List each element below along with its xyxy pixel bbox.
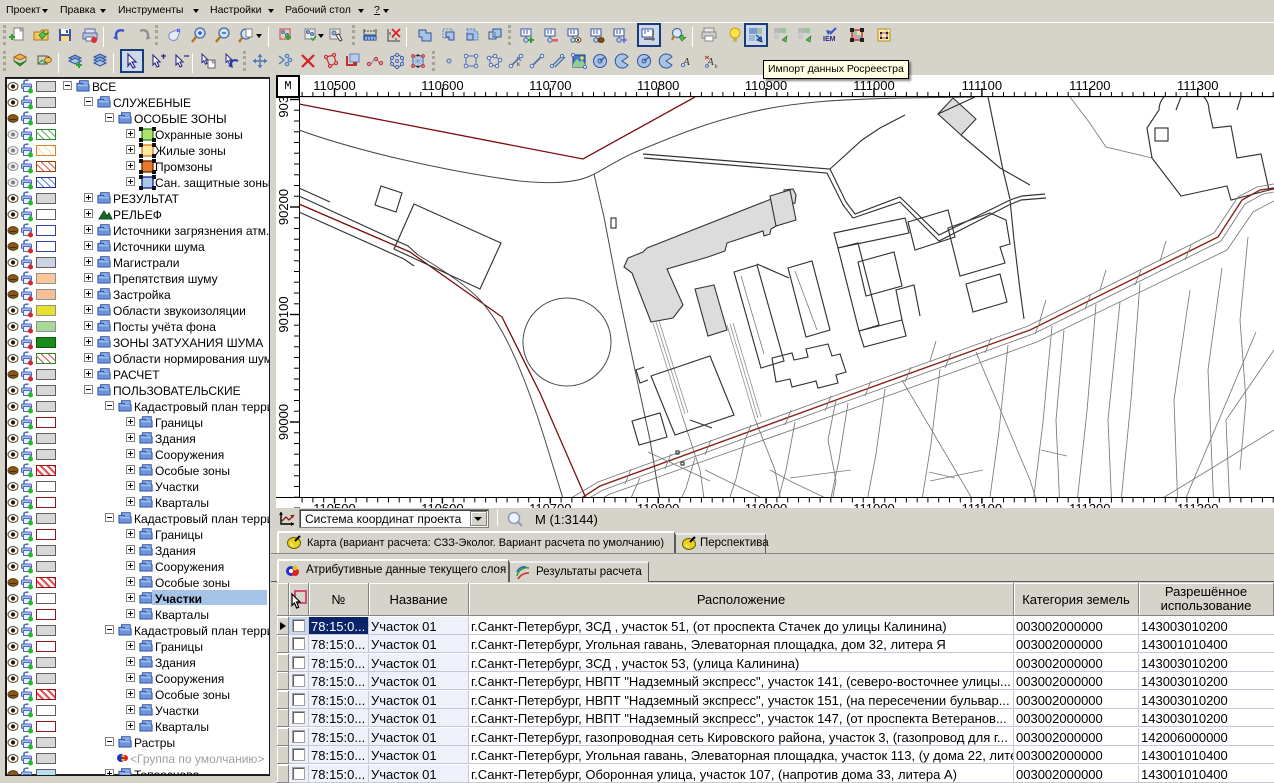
svg-text:IEM: IEM — [823, 36, 836, 43]
svg-text:90000: 90000 — [276, 404, 291, 440]
svg-text:90100: 90100 — [276, 296, 291, 332]
svg-text:k: k — [517, 62, 521, 68]
svg-text:90200: 90200 — [276, 189, 291, 225]
